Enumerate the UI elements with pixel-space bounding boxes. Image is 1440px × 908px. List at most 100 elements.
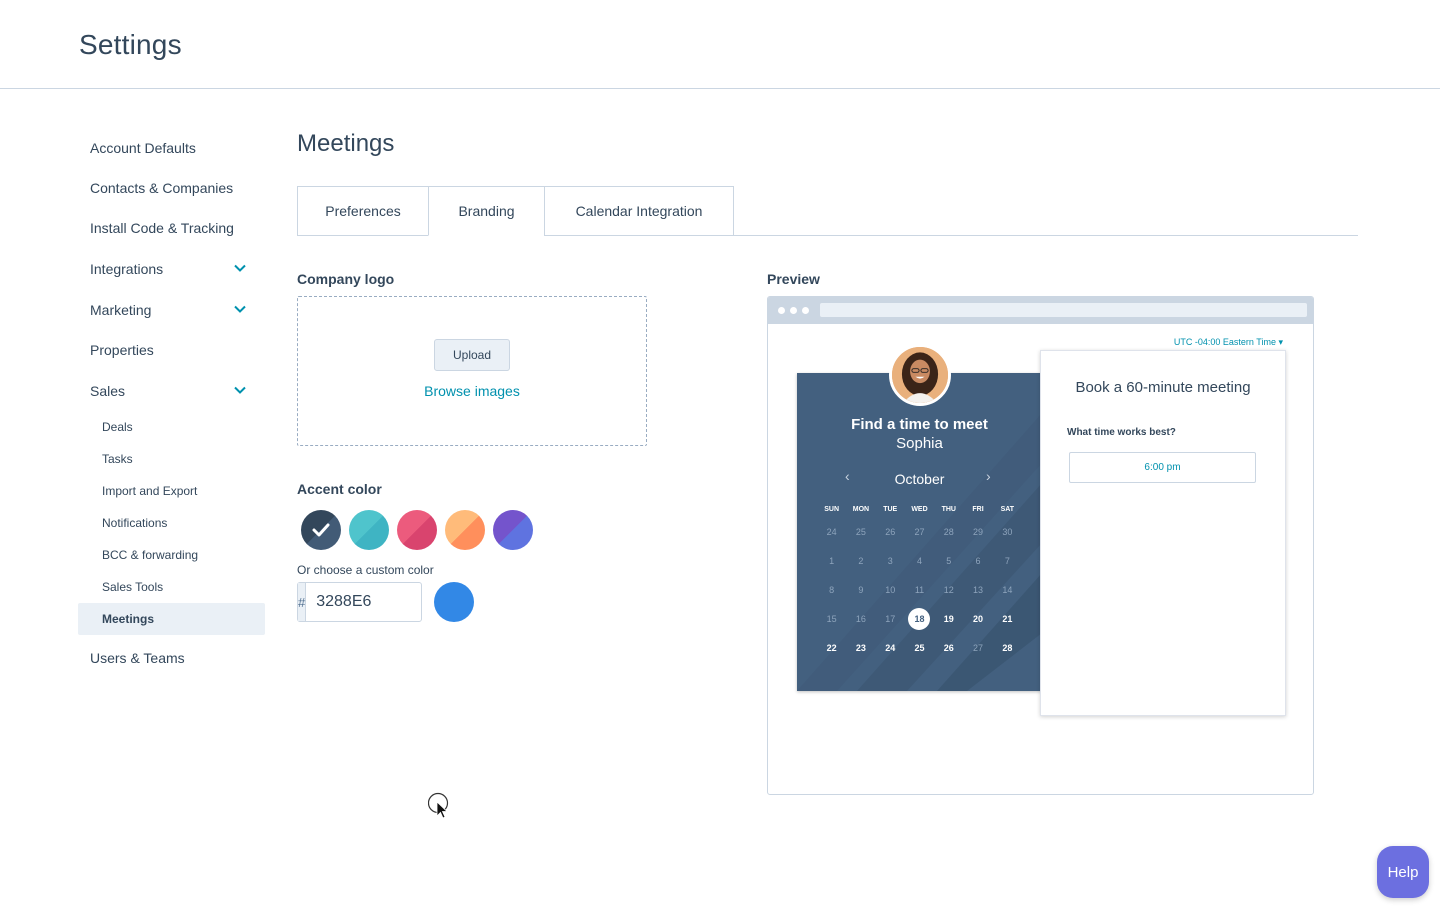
logo-dropzone[interactable]: Upload Browse images xyxy=(297,296,647,446)
sidebar-item-label: Properties xyxy=(90,342,154,358)
upload-button[interactable]: Upload xyxy=(434,339,510,371)
sidebar-item-account-defaults[interactable]: Account Defaults xyxy=(78,128,265,168)
chevron-down-icon[interactable] xyxy=(233,302,247,316)
calendar-day: 17 xyxy=(885,613,896,624)
sidebar-item-label: Users & Teams xyxy=(90,650,185,666)
chevron-right-icon[interactable]: › xyxy=(986,468,991,484)
sidebar-item-sales[interactable]: Sales xyxy=(78,370,265,411)
sidebar-subitem-bcc-forwarding[interactable]: BCC & forwarding xyxy=(78,539,265,571)
custom-color-label: Or choose a custom color xyxy=(297,563,434,577)
booking-question: What time works best? xyxy=(1067,427,1176,438)
sidebar-subitem-label: BCC & forwarding xyxy=(102,548,199,562)
browser-dot xyxy=(790,307,797,314)
calendar-day: 2 xyxy=(858,555,864,566)
accent-swatch-pink[interactable] xyxy=(397,510,437,550)
sidebar-item-label: Integrations xyxy=(90,260,164,277)
calendar-week: 8 9 10 11 12 13 14 xyxy=(817,575,1022,604)
chevron-down-icon[interactable] xyxy=(233,383,247,397)
calendar-day[interactable]: 28 xyxy=(993,643,1022,653)
sidebar-subitem-meetings[interactable]: Meetings xyxy=(78,603,265,635)
hex-color-input[interactable] xyxy=(306,583,524,621)
accent-swatch-purple[interactable] xyxy=(493,510,533,550)
calendar-week: 24 25 26 27 28 29 30 xyxy=(817,517,1022,546)
sidebar-item-contacts-companies[interactable]: Contacts & Companies xyxy=(78,168,265,208)
sidebar-subitem-sales-tools[interactable]: Sales Tools xyxy=(78,571,265,603)
calendar-day: 30 xyxy=(1002,526,1013,537)
calendar-grid: SUN MON TUE WED THU FRI SAT 24 25 26 27 … xyxy=(817,501,1022,662)
calendar-day: 1 xyxy=(829,555,835,566)
sidebar-subitem-label: Notifications xyxy=(102,516,168,530)
calendar-day: 12 xyxy=(943,584,954,595)
tab-calendar-integration[interactable]: Calendar Integration xyxy=(544,186,734,236)
calendar-day: 8 xyxy=(829,584,835,595)
chevron-down-icon[interactable] xyxy=(233,261,247,275)
browse-images-link[interactable]: Browse images xyxy=(298,383,646,399)
tab-preferences[interactable]: Preferences xyxy=(297,186,429,236)
calendar-week: 22 23 24 25 26 27 28 xyxy=(817,633,1022,662)
browser-bar xyxy=(768,297,1313,324)
calendar-day: 27 xyxy=(973,642,984,653)
calendar-day: 27 xyxy=(914,526,925,537)
calendar-day[interactable]: 22 xyxy=(817,643,846,653)
sidebar-item-integrations[interactable]: Integrations xyxy=(78,248,265,289)
help-button[interactable]: Help xyxy=(1377,846,1429,898)
settings-sidebar: Account Defaults Contacts & Companies In… xyxy=(78,128,265,678)
calendar-owner-name: Sophia xyxy=(896,435,943,452)
calendar-day: 5 xyxy=(946,555,952,566)
calendar-day: 7 xyxy=(1004,555,1010,566)
avatar-image xyxy=(892,347,948,403)
sidebar-item-label: Marketing xyxy=(90,301,152,318)
calendar-day[interactable]: 20 xyxy=(963,614,992,624)
accent-swatch-orange[interactable] xyxy=(445,510,485,550)
tab-branding[interactable]: Branding xyxy=(428,186,545,236)
company-logo-label: Company logo xyxy=(297,271,395,287)
time-slot-button[interactable]: 6:00 pm xyxy=(1069,452,1256,483)
timezone-select[interactable]: UTC -04:00 Eastern Time ▾ xyxy=(1174,337,1283,348)
browser-url-bar xyxy=(820,303,1307,317)
sidebar-item-properties[interactable]: Properties xyxy=(78,330,265,370)
calendar-panel: Find a time to meet Sophia ‹ October › S… xyxy=(797,373,1042,691)
sidebar-item-label: Install Code & Tracking xyxy=(90,220,234,236)
calendar-day[interactable]: 25 xyxy=(905,643,934,653)
calendar-day: 18 xyxy=(908,607,931,630)
sidebar-subitem-tasks[interactable]: Tasks xyxy=(78,443,265,475)
page-title: Settings xyxy=(79,29,182,60)
calendar-day: 11 xyxy=(914,584,925,595)
tab-bar: Preferences Branding Calendar Integratio… xyxy=(297,186,734,236)
calendar-day: 16 xyxy=(855,613,866,624)
calendar-day[interactable]: 23 xyxy=(846,643,875,653)
sidebar-subitem-label: Tasks xyxy=(102,452,133,466)
sidebar-subitem-import-export[interactable]: Import and Export xyxy=(78,475,265,507)
sidebar-item-install-code[interactable]: Install Code & Tracking xyxy=(78,208,265,248)
sidebar-subitem-label: Meetings xyxy=(102,612,155,626)
weekday-label: FRI xyxy=(972,505,984,513)
weekday-label: SUN xyxy=(824,505,840,513)
calendar-month: October xyxy=(894,471,945,487)
calendar-day: 6 xyxy=(975,555,981,566)
accent-swatch-teal[interactable] xyxy=(349,510,389,550)
calendar-day[interactable]: 21 xyxy=(993,614,1022,624)
swatch-fill xyxy=(349,510,389,550)
calendar-day-today[interactable]: 18 xyxy=(905,607,934,630)
browser-dot xyxy=(778,307,785,314)
sidebar-item-label: Account Defaults xyxy=(90,140,196,156)
calendar-day: 9 xyxy=(858,584,864,595)
calendar-week: 15 16 17 18 19 20 21 xyxy=(817,604,1022,633)
sidebar-subitem-notifications[interactable]: Notifications xyxy=(78,507,265,539)
calendar-day: 13 xyxy=(973,584,984,595)
checkmark-icon xyxy=(312,523,330,537)
calendar-day[interactable]: 24 xyxy=(876,643,905,653)
sidebar-item-users-teams[interactable]: Users & Teams xyxy=(78,638,265,678)
calendar-day[interactable]: 19 xyxy=(934,614,963,624)
accent-color-label: Accent color xyxy=(297,481,382,497)
accent-swatch-dark-blue[interactable] xyxy=(301,510,341,550)
custom-color-swatch[interactable] xyxy=(434,582,474,622)
sidebar-item-marketing[interactable]: Marketing xyxy=(78,289,265,330)
mouse-cursor-icon xyxy=(428,792,449,819)
calendar-day[interactable]: 26 xyxy=(934,643,963,653)
page-header: Settings xyxy=(0,0,1440,89)
avatar xyxy=(889,344,951,406)
sidebar-item-label: Sales xyxy=(90,382,126,399)
sidebar-subitem-deals[interactable]: Deals xyxy=(78,411,265,443)
calendar-day: 29 xyxy=(973,526,984,537)
